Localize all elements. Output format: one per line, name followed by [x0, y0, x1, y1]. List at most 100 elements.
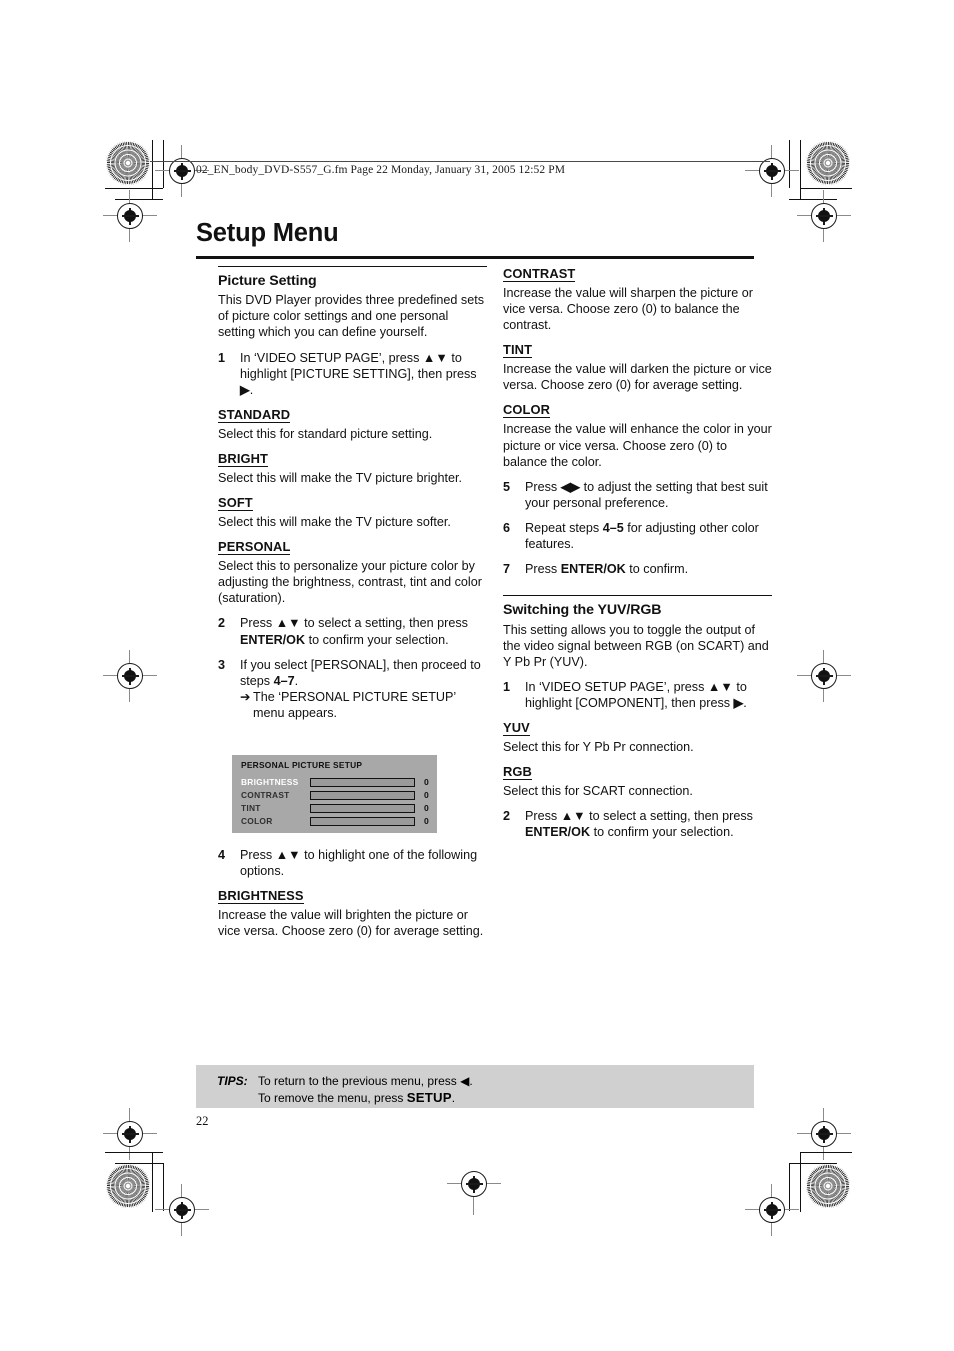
step-number: 6 — [503, 520, 511, 535]
subheading-tint: TINT — [503, 342, 533, 359]
section-heading-yuv-rgb: Switching the YUV/RGB — [503, 602, 662, 619]
crop-mark-bottom-right-h1 — [800, 1152, 852, 1154]
subheading-personal-wrap: PERSONAL — [218, 539, 487, 556]
crop-mark-top-left-h2 — [115, 199, 163, 201]
rgb-body: Select this for SCART connection. — [503, 784, 693, 799]
subheading-brightness-wrap: BRIGHTNESS — [218, 888, 487, 905]
step-text-b: . — [294, 673, 299, 688]
step-text-c: . — [743, 695, 747, 710]
left-column: Picture Setting This DVD Player provides… — [218, 266, 487, 730]
step-6-picture-setting: 6 Repeat steps 4–5 for adjusting other c… — [503, 520, 772, 552]
crop-mark-bottom-right-v1 — [800, 1152, 802, 1212]
yuv-body: Select this for Y Pb Pr connection. — [503, 739, 694, 754]
section-rule-picture-setting — [218, 266, 487, 268]
step-text-a: Press — [240, 848, 276, 862]
subheading-standard-wrap: STANDARD — [218, 407, 487, 424]
updown-arrow-icon: ▲▼ — [707, 679, 733, 694]
crop-mark-top-right-v1 — [800, 140, 802, 200]
osd-label-color: COLOR — [241, 816, 273, 826]
tips-label: TIPS: — [217, 1074, 248, 1088]
osd-bar-tint[interactable] — [310, 803, 415, 813]
osd-row-tint[interactable]: TINT 0 — [232, 802, 437, 815]
subheading-rgb-wrap: RGB — [503, 764, 772, 781]
subheading-standard: STANDARD — [218, 406, 291, 423]
crop-mark-bottom-left-v1 — [152, 1152, 154, 1212]
subheading-yuv: YUV — [503, 719, 530, 736]
enter-ok-label: ENTER/OK — [240, 632, 306, 647]
subheading-contrast: CONTRAST — [503, 266, 576, 282]
step-text-a: Press — [240, 616, 276, 631]
tips-box: TIPS: To return to the previous menu, pr… — [196, 1065, 754, 1108]
page-number: 22 — [196, 1114, 209, 1128]
osd-title: PERSONAL PICTURE SETUP — [241, 760, 363, 770]
tint-body: Increase the value will darken the pictu… — [503, 362, 772, 393]
right-column: CONTRAST Increase the value will sharpen… — [503, 266, 772, 849]
registration-starburst-bottom-right — [805, 1163, 851, 1209]
step-number: 4 — [218, 848, 226, 862]
subheading-soft-wrap: SOFT — [218, 495, 487, 512]
enter-ok-label: ENTER/OK — [560, 562, 626, 577]
registration-target-bottom-right — [759, 1197, 785, 1223]
step-5-picture-setting: 5 Press ◀▶ to adjust the setting that be… — [503, 479, 772, 511]
subheading-bright: BRIGHT — [218, 450, 269, 467]
osd-value-tint: 0 — [424, 803, 429, 813]
osd-bar-color[interactable] — [310, 816, 415, 826]
step-2-picture-setting: 2 Press ▲▼ to select a setting, then pre… — [218, 615, 487, 647]
osd-bar-contrast[interactable] — [310, 790, 415, 800]
subheading-bright-wrap: BRIGHT — [218, 451, 487, 468]
crop-mark-top-left-v1 — [152, 140, 154, 200]
registration-target-lower-left — [117, 1121, 143, 1147]
bright-body: Select this will make the TV picture bri… — [218, 470, 463, 485]
step-text-a: Press — [525, 562, 561, 577]
step-text-a: Press — [525, 479, 561, 494]
crop-mark-bottom-right-h2 — [789, 1163, 837, 1165]
step-text-b: to select a setting, then press — [585, 809, 753, 824]
section-heading-picture-setting: Picture Setting — [218, 273, 317, 290]
step-number: 3 — [218, 657, 226, 672]
subheading-personal: PERSONAL — [218, 539, 291, 556]
file-header-text: 02_EN_body_DVD-S557_G.fm Page 22 Monday,… — [196, 164, 566, 176]
osd-row-color[interactable]: COLOR 0 — [232, 815, 437, 828]
picture-setting-intro: This DVD Player provides three predefine… — [218, 293, 484, 340]
personal-body: Select this to personalize your picture … — [218, 559, 482, 606]
step-text-c: . — [249, 382, 254, 397]
contrast-body: Increase the value will sharpen the pict… — [503, 286, 753, 333]
personal-picture-setup-osd: PERSONAL PICTURE SETUP BRIGHTNESS 0 CONT… — [232, 755, 437, 833]
file-header-rule — [150, 161, 770, 162]
step-number: 5 — [503, 479, 511, 494]
tips-line-2-text-b: . — [451, 1090, 456, 1105]
osd-row-contrast[interactable]: CONTRAST 0 — [232, 789, 437, 802]
subheading-color: COLOR — [503, 402, 551, 419]
subheading-tint-wrap: TINT — [503, 342, 772, 359]
crop-mark-top-right-h1 — [800, 188, 852, 190]
step-text-c: to confirm your selection. — [590, 825, 734, 840]
osd-row-brightness[interactable]: BRIGHTNESS 0 — [232, 776, 437, 789]
setup-button-label: SETUP — [406, 1089, 452, 1105]
enter-ok-label: ENTER/OK — [525, 825, 591, 840]
registration-target-upper-right — [811, 203, 837, 229]
registration-target-bottom-center — [461, 1171, 487, 1197]
registration-target-mid-left — [117, 663, 143, 689]
step-number: 2 — [218, 616, 226, 631]
step-number: 1 — [218, 350, 226, 365]
crop-mark-bottom-right-v2 — [789, 1163, 791, 1211]
document-page: 02_EN_body_DVD-S557_G.fm Page 22 Monday,… — [0, 0, 954, 1351]
crop-mark-top-right-v2 — [789, 140, 791, 188]
color-body: Increase the value will enhance the colo… — [503, 422, 772, 469]
osd-bar-brightness[interactable] — [310, 777, 415, 787]
registration-target-upper-left — [117, 203, 143, 229]
soft-body: Select this will make the TV picture sof… — [218, 515, 451, 530]
step-text-b: to select a setting, then press — [300, 616, 468, 631]
steps-range-label: 4–5 — [602, 520, 624, 535]
osd-value-color: 0 — [424, 816, 429, 826]
registration-target-mid-right — [811, 663, 837, 689]
step-4-picture-setting: 4 Press ▲▼ to highlight one of the follo… — [218, 847, 487, 879]
step-7-picture-setting: 7 Press ENTER/OK to confirm. — [503, 561, 772, 577]
step-2-yuv-rgb: 2 Press ▲▼ to select a setting, then pre… — [503, 808, 772, 840]
step-3-result-text: The ‘PERSONAL PICTURE SETUP’ menu appear… — [253, 689, 456, 720]
subheading-brightness: BRIGHTNESS — [218, 888, 304, 905]
osd-value-brightness: 0 — [424, 777, 429, 787]
step-text-a: Press — [525, 809, 561, 824]
subheading-contrast-wrap: CONTRAST — [503, 266, 772, 283]
leftright-arrow-icon: ◀▶ — [560, 479, 581, 494]
